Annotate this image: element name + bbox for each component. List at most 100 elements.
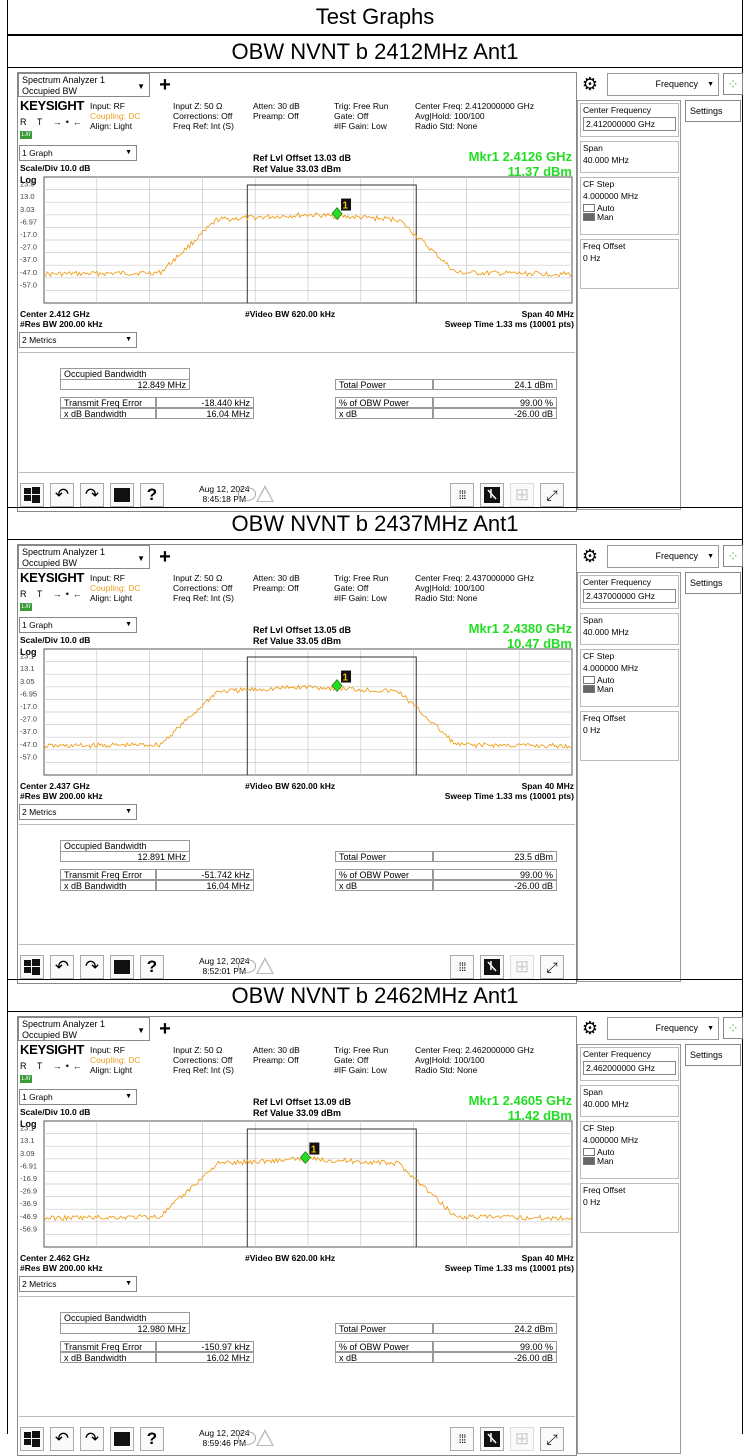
section-title: OBW NVNT b 2462MHz Ant1 — [7, 979, 743, 1012]
y-tick-label: -57.0 — [20, 752, 37, 761]
obw-value: 12.891 MHz — [60, 851, 190, 862]
center-frequency-input[interactable]: 2.412000000 GHz — [583, 117, 676, 131]
span-key[interactable]: Span 40.000 MHz — [580, 613, 679, 645]
input-icon: →•← — [52, 1061, 86, 1071]
cf-step-key[interactable]: CF Step 4.000000 MHz Auto Man — [580, 1121, 679, 1179]
cf-step-key[interactable]: CF Step 4.000000 MHz Auto Man — [580, 649, 679, 707]
menu-dropdown[interactable]: Frequency ▼ — [607, 73, 719, 96]
touch-icon[interactable] — [480, 483, 504, 507]
center-frequency-input[interactable]: 2.462000000 GHz — [583, 1061, 676, 1075]
fullscreen-icon[interactable]: ⤢ — [540, 1427, 564, 1451]
message-bubble-icon[interactable] — [238, 959, 256, 973]
help-icon[interactable]: ? — [140, 955, 164, 979]
touch-icon[interactable] — [480, 955, 504, 979]
man-option[interactable]: Man — [583, 213, 676, 222]
center-frequency-input[interactable]: 2.437000000 GHz — [583, 589, 676, 603]
span-key[interactable]: Span 40.000 MHz — [580, 1085, 679, 1117]
spectrum-plot[interactable]: Log 23.1 13.1 3.09 -6.91 -16.9 -26.9 -36.9 -46.9… — [18, 1119, 576, 1251]
man-option[interactable]: Man — [583, 1157, 676, 1166]
screen-dropdown[interactable]: Spectrum Analyzer 1 Occupied BW ▼ — [18, 1017, 150, 1041]
layout-icon[interactable]: ⊞ — [510, 955, 534, 979]
menu-dropdown[interactable]: Frequency ▼ — [607, 1017, 719, 1040]
fullscreen-icon[interactable]: ⤢ — [540, 955, 564, 979]
undo-icon[interactable]: ↶ — [50, 955, 74, 979]
undo-icon[interactable]: ↶ — [50, 1427, 74, 1451]
ref-info: Ref Lvl Offset 13.09 dB Ref Value 33.09 … — [253, 1097, 352, 1118]
redo-icon[interactable]: ↷ — [80, 955, 104, 979]
windows-icon[interactable] — [20, 955, 44, 979]
chevron-down-icon: ▼ — [707, 1025, 714, 1032]
grid-icon[interactable]: ⁞⁞⁞ — [450, 483, 474, 507]
screen-dropdown[interactable]: Spectrum Analyzer 1 Occupied BW ▼ — [18, 545, 150, 569]
scale-div: Scale/Div 10.0 dB — [20, 1107, 91, 1117]
y-tick-label: -6.91 — [20, 1161, 37, 1170]
screen-dropdown[interactable]: Spectrum Analyzer 1 Occupied BW ▼ — [18, 73, 150, 97]
chevron-down-icon: ▼ — [137, 1026, 145, 1035]
help-icon[interactable]: ? — [140, 483, 164, 507]
settings-tab[interactable]: Settings — [685, 100, 741, 122]
gear-icon[interactable]: ⚙ — [579, 73, 601, 95]
metrics-view-dropdown[interactable]: 2 Metrics ▼ — [19, 1276, 137, 1292]
center-frequency-key[interactable]: Center Frequency 2.462000000 GHz — [580, 1047, 679, 1081]
warning-triangle-icon[interactable] — [256, 485, 274, 502]
touch-icon[interactable] — [480, 1427, 504, 1451]
marker-label: 1 — [343, 673, 349, 684]
undo-icon[interactable]: ↶ — [50, 483, 74, 507]
total-power-label: Total Power — [335, 851, 433, 862]
add-screen-button[interactable]: + — [155, 547, 175, 567]
message-bubble-icon[interactable] — [238, 1431, 256, 1445]
help-icon[interactable]: ? — [140, 1427, 164, 1451]
analyzer-panel: Spectrum Analyzer 1 Occupied BW ▼ + KEYS… — [17, 1016, 743, 1456]
spectrum-plot[interactable]: Log 23.1 13.1 3.05 -6.95 -17.0 -27.0 -37.0 -47.0… — [18, 647, 576, 779]
grid-icon[interactable]: ⁞⁞⁞ — [450, 955, 474, 979]
man-option[interactable]: Man — [583, 685, 676, 694]
center-frequency-key[interactable]: Center Frequency 2.412000000 GHz — [580, 103, 679, 137]
menu-dropdown[interactable]: Frequency ▼ — [607, 545, 719, 568]
metrics-table: Occupied Bandwidth 12.849 MHz Transmit F… — [19, 352, 575, 473]
add-screen-button[interactable]: + — [155, 1019, 175, 1039]
grid-icon[interactable]: ⁞⁞⁞ — [450, 1427, 474, 1451]
folder-icon[interactable] — [110, 955, 134, 979]
warning-triangle-icon[interactable] — [256, 957, 274, 974]
add-screen-button[interactable]: + — [155, 75, 175, 95]
scale-div: Scale/Div 10.0 dB — [20, 635, 91, 645]
gear-icon[interactable]: ⚙ — [579, 1017, 601, 1039]
graph-header: 1 Graph ▼ Scale/Div 10.0 dB Ref Lvl Offse… — [18, 615, 576, 651]
layout-icon[interactable]: ⊞ — [510, 483, 534, 507]
spinner-icon: ⁘ — [723, 545, 743, 567]
windows-icon[interactable] — [20, 1427, 44, 1451]
spectrum-svg: Log23.113.13.05-6.95-17.0-27.0-37.0-47.0… — [20, 647, 573, 776]
graph-view-dropdown[interactable]: 1 Graph ▼ — [19, 145, 137, 161]
spinner-icon: ⁘ — [723, 1017, 743, 1039]
y-tick-label: -26.9 — [20, 1187, 37, 1196]
cf-step-key[interactable]: CF Step 4.000000 MHz Auto Man — [580, 177, 679, 235]
folder-icon[interactable] — [110, 1427, 134, 1451]
y-tick-label: -27.0 — [20, 715, 37, 724]
center-frequency-key[interactable]: Center Frequency 2.437000000 GHz — [580, 575, 679, 609]
folder-icon[interactable] — [110, 483, 134, 507]
chevron-down-icon: ▼ — [125, 1093, 132, 1100]
graph-view-dropdown[interactable]: 1 Graph ▼ — [19, 617, 137, 633]
gear-icon[interactable]: ⚙ — [579, 545, 601, 567]
redo-icon[interactable]: ↷ — [80, 483, 104, 507]
freq-offset-key[interactable]: Freq Offset 0 Hz — [580, 1183, 679, 1233]
redo-icon[interactable]: ↷ — [80, 1427, 104, 1451]
xdbbw-value: 16.04 MHz — [156, 408, 254, 419]
span-key[interactable]: Span 40.000 MHz — [580, 141, 679, 173]
metrics-view-dropdown[interactable]: 2 Metrics ▼ — [19, 804, 137, 820]
settings-tab[interactable]: Settings — [685, 1044, 741, 1066]
spectrum-plot[interactable]: Log 23.0 13.0 3.03 -6.97 -17.0 -27.0 -37.0 -47.0… — [18, 175, 576, 307]
freq-offset-key[interactable]: Freq Offset 0 Hz — [580, 239, 679, 289]
atten-info: Atten: 30 dB Preamp: Off — [253, 101, 300, 121]
metrics-view-dropdown[interactable]: 2 Metrics ▼ — [19, 332, 137, 348]
windows-icon[interactable] — [20, 483, 44, 507]
message-bubble-icon[interactable] — [238, 487, 256, 501]
total-power-value: 24.2 dBm — [433, 1323, 557, 1334]
settings-tab[interactable]: Settings — [685, 572, 741, 594]
fullscreen-icon[interactable]: ⤢ — [540, 483, 564, 507]
chevron-down-icon: ▼ — [707, 553, 714, 560]
layout-icon[interactable]: ⊞ — [510, 1427, 534, 1451]
freq-offset-key[interactable]: Freq Offset 0 Hz — [580, 711, 679, 761]
graph-view-dropdown[interactable]: 1 Graph ▼ — [19, 1089, 137, 1105]
warning-triangle-icon[interactable] — [256, 1429, 274, 1446]
